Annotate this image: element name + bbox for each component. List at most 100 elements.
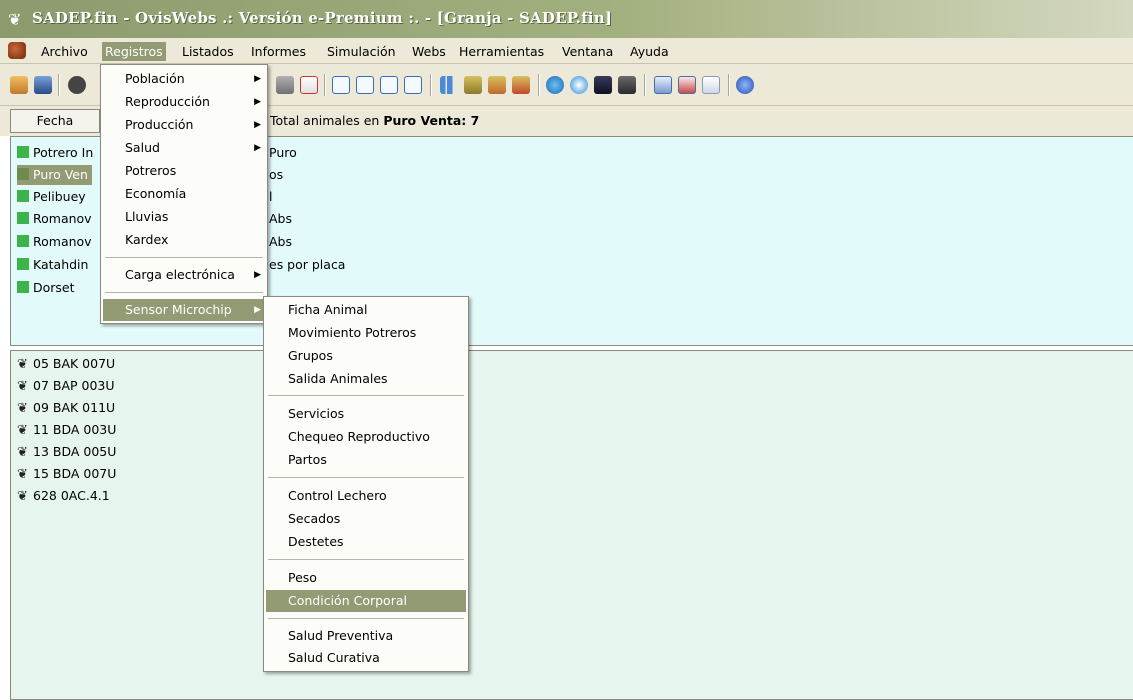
camera-icon[interactable]	[618, 76, 636, 94]
document-green-icon[interactable]	[404, 76, 422, 94]
toolbar-separator	[324, 74, 326, 96]
group-color-icon	[17, 235, 29, 247]
submenu-item-control-lechero[interactable]: Control Lechero	[266, 485, 466, 507]
group-item[interactable]: Romanov	[17, 232, 92, 252]
sheep-icon: ❦	[17, 401, 28, 416]
menu-archivo[interactable]: Archivo	[38, 42, 91, 61]
toolbar-separator	[538, 74, 540, 96]
submenu-item-condicion-corporal[interactable]: Condición Corporal	[266, 590, 466, 612]
menu-herramientas[interactable]: Herramientas	[456, 42, 547, 61]
animal-item[interactable]: ❦ 09 BAK 011U	[17, 397, 115, 418]
sheep-icon: ❦	[17, 423, 28, 438]
line-chart-icon[interactable]	[300, 76, 318, 94]
submenu-item-grupos[interactable]: Grupos	[266, 345, 466, 367]
scale-icon[interactable]	[276, 76, 294, 94]
menu-item-sensor-microchip[interactable]: Sensor Microchip ▶	[103, 299, 265, 321]
animal-item[interactable]: ❦ 11 BDA 003U	[17, 419, 116, 440]
group-description: Abs	[269, 211, 292, 226]
animal-item[interactable]: ❦ 07 BAP 003U	[17, 375, 115, 396]
submenu-arrow-icon: ▶	[254, 120, 261, 130]
bar-chart-icon[interactable]	[440, 76, 458, 94]
menu-separator	[268, 477, 464, 478]
document-orange-icon[interactable]	[356, 76, 374, 94]
group-icon[interactable]	[34, 76, 52, 94]
sheep-icon: ❦	[17, 467, 28, 482]
menu-ayuda[interactable]: Ayuda	[627, 42, 672, 61]
group-item[interactable]: Potrero In	[17, 143, 93, 163]
menu-ventana[interactable]: Ventana	[559, 42, 616, 61]
document-red-icon[interactable]	[380, 76, 398, 94]
animal-item[interactable]: ❦ 15 BDA 007U	[17, 463, 116, 484]
submenu-item-salud-curativa[interactable]: Salud Curativa	[266, 647, 466, 669]
hierarchy-red-icon[interactable]	[512, 76, 530, 94]
group-item[interactable]: Romanov	[17, 209, 92, 229]
menu-informes[interactable]: Informes	[248, 42, 309, 61]
menu-separator	[268, 395, 464, 396]
hierarchy-icon[interactable]	[464, 76, 482, 94]
edit-document-icon[interactable]	[702, 76, 720, 94]
menu-item-carga-electronica[interactable]: Carga electrónica ▶	[103, 264, 265, 286]
globe-icon[interactable]	[570, 76, 588, 94]
menu-registros[interactable]: Registros	[102, 42, 166, 61]
submenu-item-salida-animales[interactable]: Salida Animales	[266, 368, 466, 390]
menu-webs[interactable]: Webs	[409, 42, 449, 61]
group-color-icon	[17, 190, 29, 202]
group-color-icon	[17, 281, 29, 293]
menu-item-potreros[interactable]: Potreros	[103, 160, 265, 182]
sheep-icon: ❦	[17, 489, 28, 504]
document-icon[interactable]	[332, 76, 350, 94]
group-color-icon	[17, 258, 29, 270]
group-item[interactable]: Pelibuey	[17, 187, 86, 207]
group-description: Puro	[269, 145, 297, 160]
calculator-icon[interactable]	[654, 76, 672, 94]
menu-item-salud[interactable]: Salud ▶	[103, 137, 265, 159]
menu-item-reproduccion[interactable]: Reproducción ▶	[103, 91, 265, 113]
report-icon[interactable]	[678, 76, 696, 94]
submenu-item-servicios[interactable]: Servicios	[266, 403, 466, 425]
submenu-item-partos[interactable]: Partos	[266, 449, 466, 471]
hierarchy-orange-icon[interactable]	[488, 76, 506, 94]
graduation-cap-icon[interactable]	[594, 76, 612, 94]
group-description: os	[269, 167, 284, 182]
submenu-item-ficha-animal[interactable]: Ficha Animal	[266, 299, 466, 321]
submenu-item-destetes[interactable]: Destetes	[266, 531, 466, 553]
app-menu-icon[interactable]	[8, 42, 26, 59]
submenu-item-secados[interactable]: Secados	[266, 508, 466, 530]
menu-listados[interactable]: Listados	[179, 42, 237, 61]
window-titlebar: ❦ SADEP.fin - OvisWebs .: Versión e-Prem…	[0, 0, 1133, 38]
group-item-selected[interactable]: Puro Ven	[17, 165, 92, 185]
animal-item[interactable]: ❦ 628 0AC.4.1	[17, 485, 110, 506]
menu-simulacion[interactable]: Simulación	[324, 42, 399, 61]
menu-item-produccion[interactable]: Producción ▶	[103, 114, 265, 136]
menu-separator	[268, 559, 464, 560]
menu-item-economia[interactable]: Economía	[103, 183, 265, 205]
user-icon[interactable]	[10, 76, 28, 94]
menu-separator	[105, 292, 263, 293]
sheep-icon[interactable]	[68, 76, 86, 94]
submenu-item-peso[interactable]: Peso	[266, 567, 466, 589]
submenu-item-movimiento-potreros[interactable]: Movimiento Potreros	[266, 322, 466, 344]
toolbar-separator	[644, 74, 646, 96]
app-sheep-icon: ❦	[8, 10, 22, 29]
animal-item[interactable]: ❦ 13 BDA 005U	[17, 441, 116, 462]
registros-menu: Población ▶ Reproducción ▶ Producción ▶ Sal…	[100, 64, 268, 324]
submenu-item-chequeo-reproductivo[interactable]: Chequeo Reproductivo	[266, 426, 466, 448]
browser-icon[interactable]	[546, 76, 564, 94]
group-item[interactable]: Katahdin	[17, 255, 88, 275]
submenu-item-salud-preventiva[interactable]: Salud Preventiva	[266, 625, 466, 647]
sheep-icon: ❦	[17, 379, 28, 394]
toolbar-separator	[430, 74, 432, 96]
menu-item-poblacion[interactable]: Población ▶	[103, 68, 265, 90]
group-description: es por placa	[269, 257, 346, 272]
group-count: Puro Venta: 7	[383, 113, 480, 128]
group-description: l	[269, 189, 273, 204]
fecha-button[interactable]: Fecha	[10, 109, 100, 133]
help-icon[interactable]	[736, 76, 754, 94]
group-color-icon	[17, 212, 29, 224]
group-item[interactable]: Dorset	[17, 278, 75, 298]
menu-item-lluvias[interactable]: Lluvias	[103, 206, 265, 228]
animal-item[interactable]: ❦ 05 BAK 007U	[17, 353, 115, 374]
menu-separator	[268, 618, 464, 619]
submenu-arrow-icon: ▶	[254, 143, 261, 153]
menu-item-kardex[interactable]: Kardex	[103, 229, 265, 251]
